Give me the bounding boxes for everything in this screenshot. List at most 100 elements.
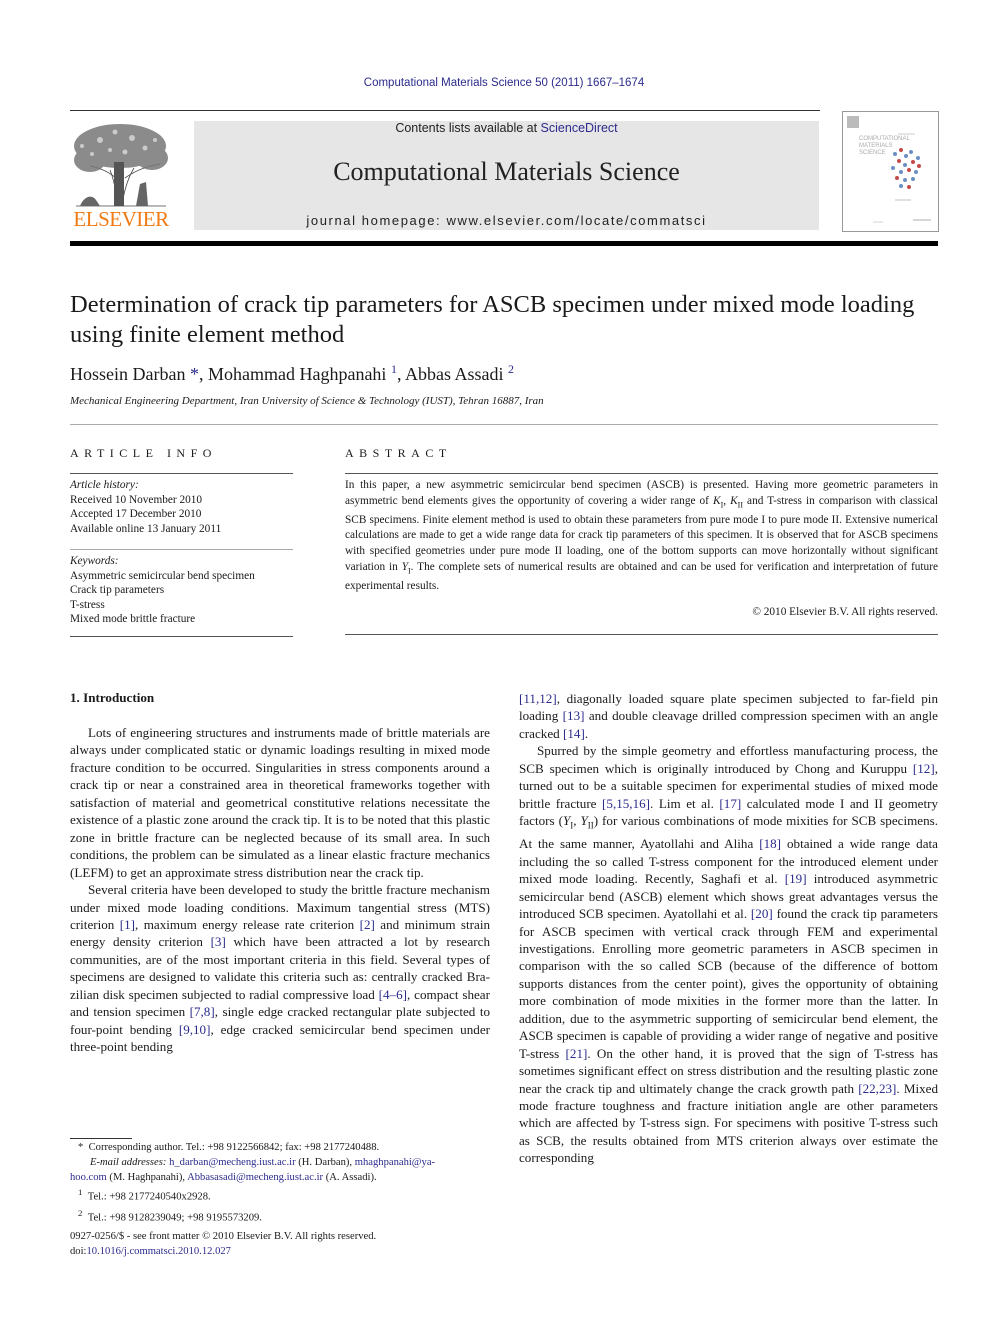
author-name[interactable]: Hossein Darban [70,364,185,384]
keywords-label: Keywords: [70,555,119,567]
author-list: Hossein Darban *, Mohammad Haghpanahi 1,… [70,362,514,384]
doi-prefix: doi: [70,1245,87,1257]
body-paragraph: [11,12], diagonally loaded square plate … [519,690,938,742]
footnote-corresponding: * Corresponding author. Tel.: +98 912256… [70,1141,500,1156]
contents-line: Contents lists available at ScienceDirec… [194,121,819,135]
author-footnote-mark[interactable]: 2 [508,362,514,376]
journal-title: Computational Materials Science [333,157,680,186]
author-name[interactable]: Abbas Assadi [405,364,504,384]
contents-prefix: Contents lists available at [395,121,541,135]
crystal-lattice-icon [891,148,921,189]
divider [70,424,938,425]
body-column-left: Lots of engineering structures and instr… [70,724,490,1056]
elsevier-tree-icon [74,124,168,207]
text-run: , maximum energy release rate criterion [135,916,360,932]
article-history: Article history: Received 10 November 20… [70,478,300,536]
email-link[interactable]: Abbasasadi@mecheng.iust.ac.ir [187,1172,323,1183]
email-owner: (H. Darban), [295,1156,355,1168]
math-symbol: YI [562,813,574,831]
citation-link[interactable]: [2] [360,917,375,932]
email-owner: (A. Assadi). [323,1171,377,1183]
footnote-text: Corresponding author. Tel.: +98 91225668… [88,1142,380,1153]
keywords-list: Keywords: Asymmetric semicircular bend s… [70,554,300,627]
footnote-emails-cont: hoo.com (M. Haghpanahi), Abbasasadi@mech… [70,1171,500,1186]
citation-link[interactable]: [4–6] [379,987,407,1002]
history-accepted: Accepted 17 December 2010 [70,508,202,521]
footnotes: * Corresponding author. Tel.: +98 912256… [70,1141,500,1226]
email-link[interactable]: h_darban@mecheng.iust.ac.ir [169,1157,296,1168]
history-online: Available online 13 January 2011 [70,522,222,535]
email-label: E-mail addresses: [90,1156,167,1168]
author-name[interactable]: Mohammad Haghpanahi [208,364,386,384]
email-link[interactable]: hoo.com [70,1172,107,1183]
journal-homepage[interactable]: journal homepage: www.elsevier.com/locat… [194,213,819,228]
math-symbol: K [713,494,721,507]
body-column-right: [11,12], diagonally loaded square plate … [519,690,938,1167]
citation-link[interactable]: [18] [759,836,781,851]
keyword-item: Crack tip parameters [70,584,165,597]
citation-link[interactable]: [13] [563,708,585,723]
abstract-copyright: © 2010 Elsevier B.V. All rights reserved… [752,606,938,618]
citation-link[interactable]: [19] [785,871,807,886]
footnote-2: 2 Tel.: +98 9128239049; +98 9195573209. [70,1206,500,1226]
math-symbol: YII [580,813,594,831]
citation-link[interactable]: [20] [751,906,773,921]
divider [345,473,938,474]
doi-link[interactable]: 10.1016/j.commatsci.2010.12.027 [86,1246,230,1257]
journal-banner: Contents lists available at ScienceDirec… [194,121,819,230]
issn-line: 0927-0256/$ - see front matter © 2010 El… [70,1231,377,1242]
math-symbol: K [730,494,738,507]
citation-link[interactable]: [11,12] [519,691,557,706]
footnote-mark: * [78,1142,84,1153]
section-heading-introduction: 1. Introduction [70,690,155,705]
abstract-text: In this paper, a new asymmetric semicirc… [345,478,938,594]
journal-cover-thumbnail[interactable]: COMPUTATIONAL MATERIALS SCIENCE [842,111,939,232]
citation-link[interactable]: [21] [566,1046,588,1061]
citation-link[interactable]: [5,15,16] [602,796,650,811]
article-history-label: Article history: [70,479,139,491]
body-paragraph: Lots of engineering structures and instr… [70,724,490,881]
journal-citation-link[interactable]: Computational Materials Science 50 (2011… [0,77,992,89]
text-run: Spurred by the simple geometry and effor… [519,743,938,776]
footnote-mark: 1 [78,1187,83,1198]
footnote-1: 1 Tel.: +98 2177240540x2928. [70,1185,500,1205]
abstract-heading: ABSTRACT [345,446,452,460]
text-run: . Lim et al. [650,795,720,811]
citation-link[interactable]: [12] [913,761,935,776]
footnote-mark: 2 [78,1207,83,1218]
elsevier-wordmark: ELSEVIER [73,207,169,231]
text-run: Lots of engineering structures and instr… [70,725,490,880]
citation-link[interactable]: [1] [120,917,135,932]
elsevier-logo[interactable]: ELSEVIER [70,120,172,232]
header-divider [70,110,820,111]
citation-link[interactable]: [22,23] [858,1081,896,1096]
citation-link[interactable]: [3] [211,934,226,949]
footnote-divider [70,1138,132,1139]
cover-title-line: SCIENCE [859,150,886,156]
citation-link[interactable]: [7,8] [190,1004,215,1019]
abstract-segment: . The complete sets of numerical results… [345,560,938,592]
email-link[interactable]: mhaghpanahi@ya- [355,1157,435,1168]
citation-link[interactable]: [14] [563,726,585,741]
email-owner: (M. Haghpanahi), [106,1171,188,1183]
corresponding-author-mark[interactable]: * [190,364,199,384]
footnote-text: Tel.: +98 9128239049; +98 9195573209. [87,1212,262,1224]
header-thick-divider [70,241,938,246]
cover-title-line: COMPUTATIONAL [859,136,910,142]
front-matter: 0927-0256/$ - see front matter © 2010 El… [70,1230,376,1260]
citation-link[interactable]: [9,10] [179,1022,211,1037]
keyword-item: Asymmetric semicircular bend specimen [70,569,255,582]
citation-link[interactable]: [17] [719,796,741,811]
article-info-heading: ARTICLE INFO [70,446,217,460]
history-received: Received 10 November 2010 [70,493,203,506]
cover-image: COMPUTATIONAL MATERIALS SCIENCE [847,116,931,223]
divider [70,473,293,474]
body-paragraph: Spurred by the simple geometry and effor… [519,742,938,1166]
text-run: found the crack tip parameters for ASCB … [519,906,938,1061]
cover-title-line: MATERIALS [859,143,893,149]
divider [70,636,293,637]
sciencedirect-link[interactable]: ScienceDirect [541,121,618,135]
body-paragraph: Several criteria have been developed to … [70,881,490,1056]
divider [345,634,938,635]
article-title: Determination of crack tip parameters fo… [70,291,915,348]
